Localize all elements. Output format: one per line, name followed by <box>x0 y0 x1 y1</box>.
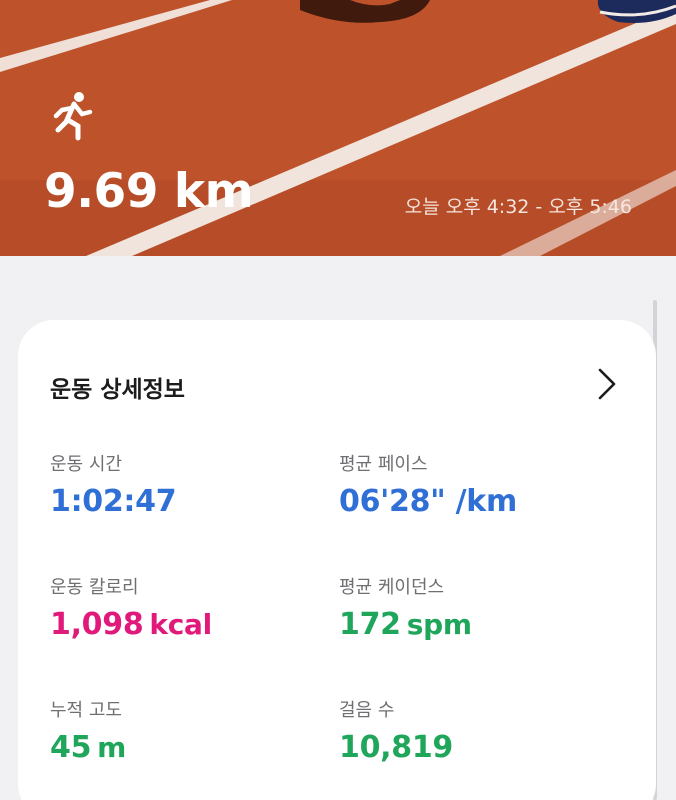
stat-pace: 평균 페이스 06'28" /km <box>339 450 517 519</box>
stat-value: 06'28" /km <box>339 484 517 519</box>
stat-label: 평균 케이던스 <box>339 577 445 598</box>
card-title: 운동 상세정보 <box>50 377 185 403</box>
stat-label: 걸음 수 <box>339 700 395 721</box>
stat-value: 10,819 <box>339 730 453 765</box>
hero-banner: 9.69 km 오늘 오후 4:32 - 오후 5:46 <box>0 0 676 256</box>
running-person-icon <box>53 92 93 141</box>
stat-calories: 운동 칼로리 1,098 kcal <box>50 573 212 642</box>
stat-value: 1,098 kcal <box>50 607 212 642</box>
workout-details-card[interactable]: 운동 상세정보 운동 시간 1:02:47 평균 페이스 06'28" /km … <box>18 320 656 800</box>
workout-time-range: 오늘 오후 4:32 - 오후 5:46 <box>404 196 632 218</box>
stat-cadence: 평균 케이던스 172 spm <box>339 573 472 642</box>
stat-label: 운동 칼로리 <box>50 577 139 598</box>
stat-value: 172 spm <box>339 607 472 642</box>
stat-value: 1:02:47 <box>50 484 177 519</box>
stat-value: 45 m <box>50 730 127 765</box>
stat-label: 누적 고도 <box>50 700 122 721</box>
distance-value: 9.69 km <box>44 164 254 219</box>
stat-steps: 걸음 수 10,819 <box>339 696 453 765</box>
stat-label: 운동 시간 <box>50 454 122 475</box>
stat-duration: 운동 시간 1:02:47 <box>50 450 177 519</box>
chevron-right-icon[interactable] <box>596 366 618 402</box>
stat-elevation: 누적 고도 45 m <box>50 696 126 765</box>
stat-label: 평균 페이스 <box>339 454 428 475</box>
